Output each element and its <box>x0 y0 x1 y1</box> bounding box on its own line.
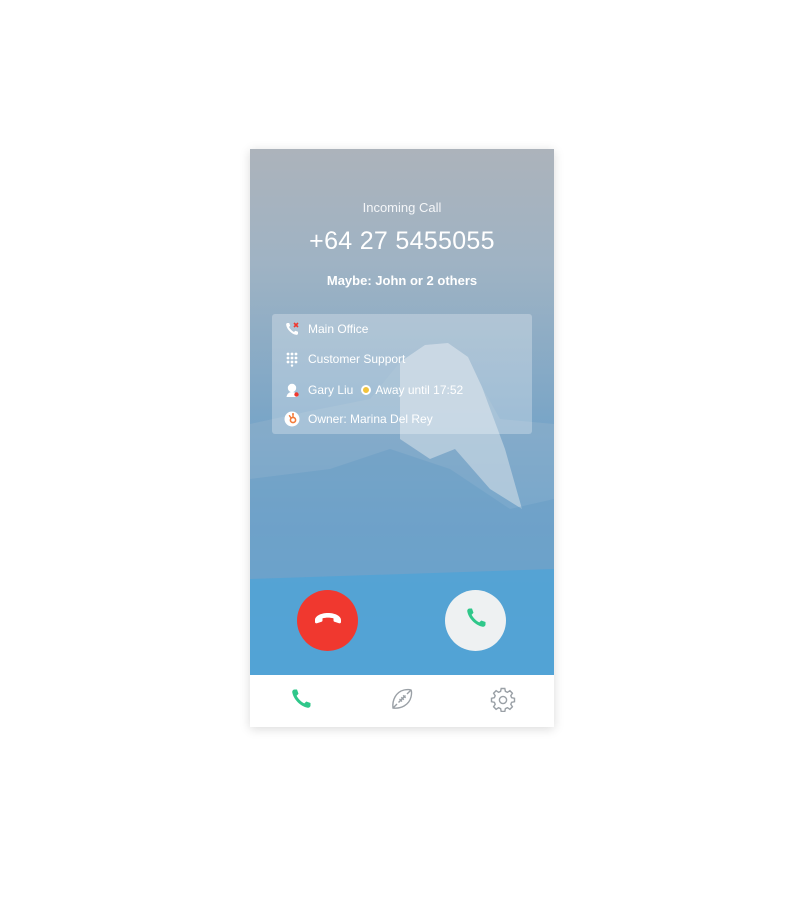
phone-line-icon <box>284 321 300 337</box>
bottom-tab-bar <box>250 675 554 727</box>
info-row-owner: Owner: Marina Del Rey <box>284 410 433 428</box>
call-info-card: Main Office Customer Support Gary Liu Aw… <box>272 314 532 434</box>
decline-call-button[interactable] <box>297 590 358 651</box>
person-icon <box>284 382 300 398</box>
tab-sports[interactable] <box>388 687 416 715</box>
football-icon <box>389 686 415 717</box>
phone-frame: Incoming Call +64 27 5455055 Maybe: John… <box>250 149 554 727</box>
info-queue-label: Customer Support <box>308 352 406 366</box>
info-owner-label: Owner: Marina Del Rey <box>308 412 433 426</box>
away-status-icon <box>361 385 372 395</box>
info-agent-status: Away until 17:52 <box>375 383 464 397</box>
phone-icon <box>289 687 313 716</box>
tab-calls[interactable] <box>287 687 315 715</box>
info-agent-name: Gary Liu <box>308 383 354 397</box>
hang-up-icon <box>313 611 343 630</box>
hubspot-icon <box>284 411 300 427</box>
call-title: Incoming Call <box>362 200 442 215</box>
tab-settings[interactable] <box>489 687 517 715</box>
info-line-label: Main Office <box>308 322 369 336</box>
info-row-agent: Gary Liu Away until 17:52 <box>284 381 463 399</box>
caller-number: +64 27 5455055 <box>309 227 495 255</box>
caller-match: Maybe: John or 2 others <box>326 273 478 288</box>
gear-icon <box>490 686 516 717</box>
info-row-queue: Customer Support <box>284 350 405 368</box>
info-row-line: Main Office <box>284 320 368 338</box>
incoming-call-screen: Incoming Call +64 27 5455055 Maybe: John… <box>250 149 554 675</box>
keypad-icon <box>284 351 300 367</box>
phone-icon <box>464 606 488 635</box>
accept-call-button[interactable] <box>445 590 506 651</box>
